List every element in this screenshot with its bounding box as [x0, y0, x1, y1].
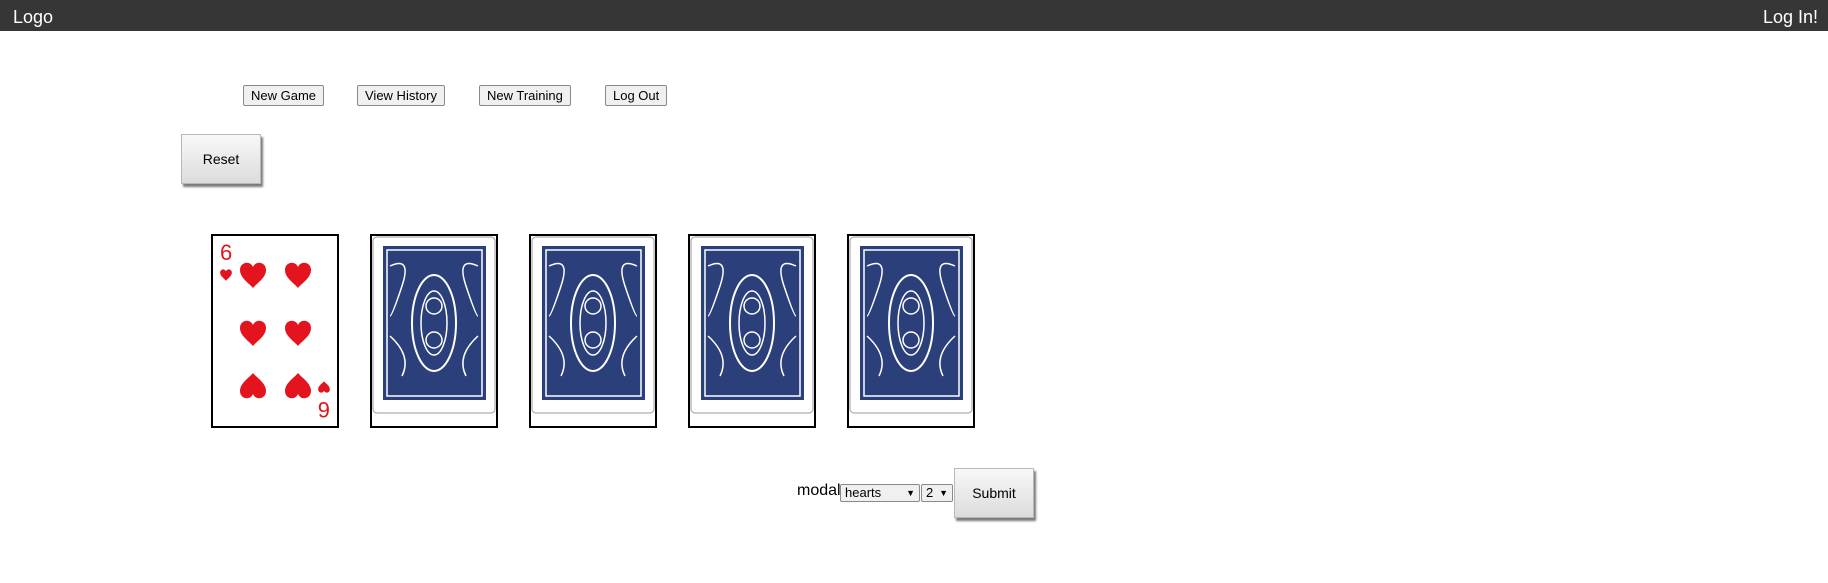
card-back-pattern: [849, 236, 973, 414]
card-six-of-hearts[interactable]: 6 6: [211, 234, 339, 428]
modal-label: modal: [797, 482, 841, 499]
logo[interactable]: Logo: [13, 7, 53, 28]
card-face-down[interactable]: [370, 234, 498, 428]
chevron-down-icon: ▼: [906, 488, 915, 498]
suit-select-value: hearts: [845, 485, 882, 500]
submit-button[interactable]: Submit: [954, 468, 1034, 518]
top-nav-bar: Logo Log In!: [0, 0, 1828, 31]
suit-select[interactable]: hearts ▼: [840, 484, 920, 502]
rank-select[interactable]: 2 ▼: [921, 484, 953, 502]
view-history-button[interactable]: View History: [357, 85, 446, 106]
card-back-pattern: [690, 236, 814, 414]
login-link[interactable]: Log In!: [1763, 7, 1818, 28]
reset-button[interactable]: Reset: [181, 134, 261, 184]
new-training-button[interactable]: New Training: [479, 85, 571, 106]
rank-select-value: 2: [926, 485, 934, 500]
card-face-down[interactable]: [688, 234, 816, 428]
card-face-down[interactable]: [529, 234, 657, 428]
card-back-pattern: [372, 236, 496, 414]
card-back-pattern: [531, 236, 655, 414]
log-out-button[interactable]: Log Out: [605, 85, 668, 106]
svg-text:6: 6: [318, 397, 330, 422]
chevron-down-icon: ▼: [939, 488, 948, 498]
svg-text:6: 6: [220, 240, 232, 265]
six-of-hearts-card-face: 6 6: [220, 240, 330, 422]
card-face-down[interactable]: [847, 234, 975, 428]
new-game-button[interactable]: New Game: [243, 85, 325, 106]
